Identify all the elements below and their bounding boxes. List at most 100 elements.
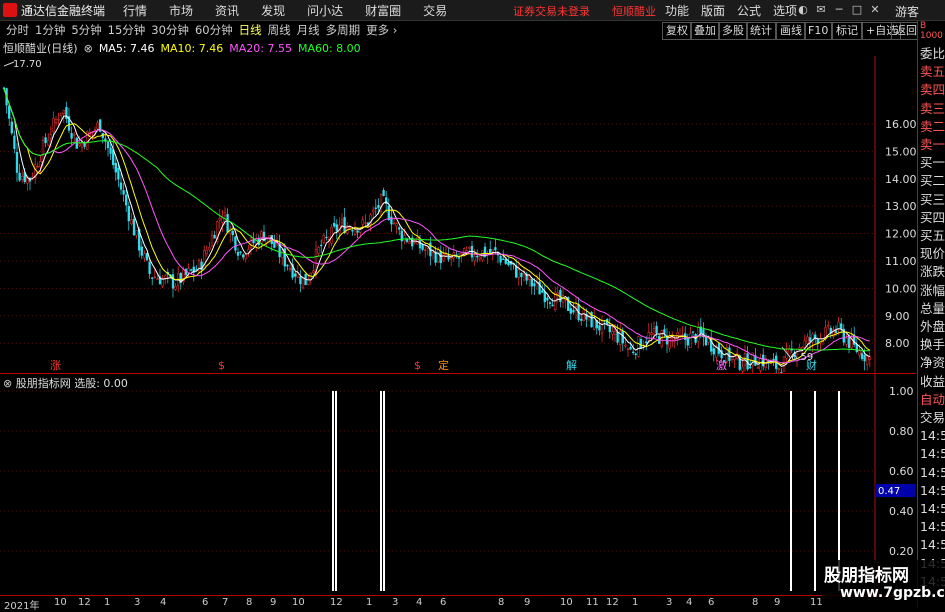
- candle: [239, 250, 242, 256]
- close-icon[interactable]: ✕: [867, 2, 883, 18]
- candle: [192, 259, 195, 282]
- multi-stock-button[interactable]: 多股: [718, 22, 748, 40]
- menu-ask[interactable]: 问小达: [307, 2, 343, 19]
- tab-more[interactable]: 更多 ›: [366, 22, 397, 38]
- candle: [5, 87, 8, 114]
- signal-bar: [332, 391, 334, 591]
- tab-multi-period[interactable]: 多周期: [326, 22, 361, 38]
- menu-discover[interactable]: 发现: [261, 2, 285, 19]
- candle: [333, 215, 336, 229]
- tab-weekly[interactable]: 周线: [268, 22, 291, 38]
- stats-button[interactable]: 统计: [746, 22, 776, 40]
- f10-button[interactable]: F10: [804, 22, 833, 40]
- chevron-icon[interactable]: ⊗: [84, 42, 93, 55]
- guest-label[interactable]: 游客: [895, 3, 919, 20]
- price-tick-label: 8.00: [885, 337, 910, 350]
- adjust-button[interactable]: 复权: [662, 22, 692, 40]
- high-annotation: 17.70: [3, 59, 42, 70]
- candle: [551, 298, 554, 307]
- candle: [372, 206, 375, 219]
- chart-info-line: 恒顺醋业(日线) ⊗ MA5: 7.46 MA10: 7.46 MA20: 7.…: [0, 40, 367, 56]
- candle: [704, 333, 708, 347]
- candle: [218, 209, 221, 229]
- candle: [294, 271, 297, 284]
- price-tick-label: 12.00: [885, 228, 916, 241]
- ma10-label: MA10: 7.46: [160, 41, 224, 55]
- date-tick-label: 11: [586, 597, 599, 608]
- date-tick-label: 6: [202, 597, 209, 608]
- candle: [320, 239, 323, 254]
- candle: [346, 222, 349, 235]
- date-tick-label: 6: [440, 597, 447, 608]
- tab-60min[interactable]: 60分钟: [195, 22, 233, 38]
- menu-quotes[interactable]: 行情: [123, 2, 147, 19]
- event-marker[interactable]: 涨: [50, 359, 61, 372]
- indicator-axis: 1.00 0.80 0.60 0.40 0.20: [889, 385, 914, 558]
- candle: [122, 183, 125, 202]
- candle: [13, 130, 16, 154]
- skin-icon[interactable]: ◐: [795, 2, 811, 18]
- menu-news[interactable]: 资讯: [215, 2, 239, 19]
- tab-timeshare[interactable]: 分时: [6, 22, 29, 38]
- kline-chart[interactable]: 16.00 15.00 14.00 13.00 12.00 11.00 10.00 9.00 8…: [0, 56, 916, 374]
- tab-more-label: 更多: [366, 23, 390, 37]
- panel-item: 买二: [920, 173, 945, 189]
- candle: [598, 317, 601, 336]
- draw-button[interactable]: 画线: [776, 22, 806, 40]
- tab-15min[interactable]: 15分钟: [108, 22, 146, 38]
- menu-options[interactable]: 选项: [773, 2, 797, 19]
- candle: [70, 126, 73, 146]
- panel-item: 收益: [920, 373, 945, 389]
- candle: [10, 117, 13, 136]
- candle: [132, 216, 136, 236]
- tab-1min[interactable]: 1分钟: [35, 22, 65, 38]
- panel-item: 买五: [920, 228, 945, 243]
- candle: [457, 253, 461, 268]
- candle: [119, 173, 123, 195]
- menu-layout[interactable]: 版面: [701, 2, 725, 19]
- candle: [678, 328, 682, 341]
- candle: [429, 236, 432, 266]
- overlay-button[interactable]: 叠加: [690, 22, 720, 40]
- mail-icon[interactable]: ✉: [813, 2, 829, 18]
- menu-wealth[interactable]: 财富圈: [365, 2, 401, 19]
- candle: [197, 258, 201, 274]
- top-menu-bar: 通达信金融终端 行情 市场 资讯 发现 问小达 财富圈 交易 证券交易未登录 恒…: [0, 0, 945, 21]
- mark-button[interactable]: 标记: [832, 22, 862, 40]
- indicator-chart[interactable]: 1.00 0.80 0.60 0.40 0.20 0.47: [0, 373, 916, 595]
- event-marker[interactable]: 定: [438, 358, 449, 372]
- event-marker[interactable]: $: [414, 359, 421, 372]
- candle: [210, 230, 214, 247]
- panel-item: 买四: [920, 209, 945, 225]
- panel-item: 14:56: [920, 501, 945, 516]
- candle: [439, 245, 442, 270]
- event-marker[interactable]: $: [218, 359, 225, 372]
- candle: [639, 336, 643, 350]
- tab-monthly[interactable]: 月线: [297, 22, 320, 38]
- menu-function[interactable]: 功能: [665, 2, 689, 19]
- date-tick-label: 4: [686, 597, 693, 608]
- event-marker[interactable]: 解: [566, 358, 577, 372]
- event-marker[interactable]: 财: [806, 358, 817, 372]
- candle: [174, 283, 177, 291]
- tab-30min[interactable]: 30分钟: [151, 22, 189, 38]
- event-marker[interactable]: 激: [716, 358, 727, 372]
- watermark: 股朋指标网 www.7gpzb.com: [822, 560, 945, 609]
- panel-item: 14:56: [920, 519, 945, 535]
- menu-market[interactable]: 市场: [169, 2, 193, 19]
- indicator-grid: [0, 373, 876, 595]
- candle: [242, 253, 245, 261]
- minimize-icon[interactable]: ─: [831, 2, 847, 18]
- panel-item: 换手: [920, 337, 945, 353]
- tab-daily[interactable]: 日线: [239, 22, 262, 38]
- maximize-icon[interactable]: □: [849, 2, 865, 18]
- tab-5min[interactable]: 5分钟: [71, 22, 101, 38]
- candle: [668, 331, 671, 352]
- current-value-label: 0.47: [878, 486, 900, 497]
- candle: [600, 315, 604, 342]
- menu-trade[interactable]: 交易: [423, 2, 447, 19]
- panel-item[interactable]: 自动: [920, 391, 945, 409]
- menu-formula[interactable]: 公式: [737, 2, 761, 19]
- notice-stock: 恒顺醋业: [612, 5, 656, 18]
- candle: [590, 311, 593, 328]
